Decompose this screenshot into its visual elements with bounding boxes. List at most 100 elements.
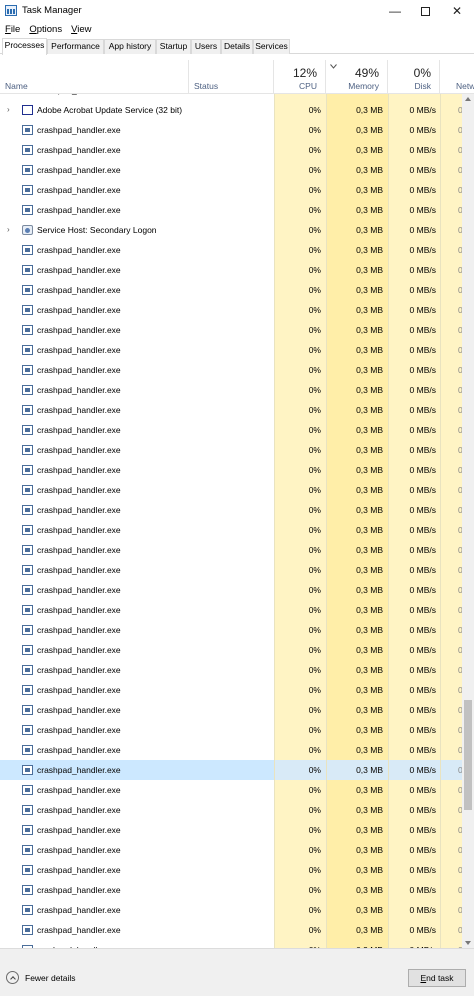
column-status[interactable]: Status — [189, 60, 274, 94]
scroll-down-button[interactable] — [462, 938, 474, 948]
process-row[interactable]: crashpad_handler.exe0%0,3 MB0 MB/s0 — [0, 260, 462, 280]
menu-file[interactable]: File — [5, 22, 20, 37]
process-memory: 0,3 MB — [356, 805, 383, 815]
process-row[interactable]: crashpad_handler.exe0%0,3 MB0 MB/s0 — [0, 760, 462, 780]
vertical-scrollbar[interactable] — [462, 94, 474, 948]
process-cpu: 0% — [308, 145, 321, 155]
process-row[interactable]: crashpad_handler.exe0%0,3 MB0 MB/s0 — [0, 800, 462, 820]
scroll-up-button[interactable] — [462, 94, 474, 104]
process-row[interactable]: crashpad_handler.exe0%0,3 MB0 MB/s0 — [0, 320, 462, 340]
process-row[interactable]: crashpad_handler.exe0%0,3 MB0 MB/s0 — [0, 780, 462, 800]
tab-processes[interactable]: Processes — [2, 38, 47, 55]
menu-view-label: iew — [77, 24, 92, 35]
process-row[interactable]: crashpad_handler.exe0%0,3 MB0 MB/s0 — [0, 340, 462, 360]
application-window-icon — [22, 545, 33, 555]
process-row[interactable]: crashpad_handler.exe0%0,3 MB0 MB/s0 — [0, 680, 462, 700]
process-row[interactable]: › Service Host: Secondary Logon 0% 0,3 MB 0 … — [0, 220, 462, 240]
process-row[interactable]: crashpad_handler.exe0%0,3 MB0 MB/s0 — [0, 820, 462, 840]
process-row[interactable]: crashpad_handler.exe0%0,3 MB0 MB/s0 — [0, 620, 462, 640]
process-row[interactable]: crashpad_handler.exe0%0,3 MB0 MB/s0 — [0, 440, 462, 460]
process-row[interactable]: crashpad_handler.exe0%0,3 MB0 MB/s0 — [0, 480, 462, 500]
process-row[interactable]: crashpad_handler.exe0%0,3 MB0 MB/s0 — [0, 640, 462, 660]
tab-services[interactable]: Services — [253, 39, 290, 54]
process-row[interactable]: crashpad_handler.exe0%0,3 MB0 MB/s0 — [0, 720, 462, 740]
process-name: crashpad_handler.exe — [37, 705, 121, 715]
process-cpu: 0% — [308, 185, 321, 195]
process-row[interactable]: crashpad_handler.exe0%0,3 MB0 MB/s0 — [0, 140, 462, 160]
process-row[interactable]: crashpad_handler.exe0%0,3 MB0 MB/s0 — [0, 500, 462, 520]
process-row[interactable]: crashpad_handler.exe0%0,3 MB0 MB/s0 — [0, 740, 462, 760]
process-row[interactable]: crashpad_handler.exe0%0,3 MB0 MB/s0 — [0, 700, 462, 720]
tab-details[interactable]: Details — [221, 39, 253, 54]
process-row[interactable]: crashpad_handler.exe0%0,3 MB0 MB/s0 — [0, 240, 462, 260]
minimize-button[interactable]: — — [378, 0, 412, 22]
process-row[interactable]: crashpad_handler.exe0%0,3 MB0 MB/s0 — [0, 280, 462, 300]
process-list[interactable]: crashpad_handler.exe0%0,3 MB0 MB/s0 › Adob… — [0, 94, 462, 948]
scroll-thumb[interactable] — [464, 700, 472, 810]
memory-total-percent: 49% — [354, 66, 379, 80]
process-cpu: 0% — [308, 265, 321, 275]
tab-performance[interactable]: Performance — [47, 39, 104, 54]
column-disk[interactable]: 0% Disk — [388, 60, 440, 94]
process-row[interactable]: crashpad_handler.exe0%0,3 MB0 MB/s0 — [0, 860, 462, 880]
process-disk: 0 MB/s — [409, 665, 436, 675]
process-disk: 0 MB/s — [409, 125, 436, 135]
column-cpu[interactable]: 12% CPU — [274, 60, 326, 94]
close-button[interactable]: ✕ — [440, 0, 474, 22]
process-row[interactable]: crashpad_handler.exe0%0,3 MB0 MB/s0 — [0, 400, 462, 420]
process-row[interactable]: crashpad_handler.exe0%0,3 MB0 MB/s0 — [0, 900, 462, 920]
process-row[interactable]: crashpad_handler.exe0%0,3 MB0 MB/s0 — [0, 420, 462, 440]
application-window-icon — [22, 905, 33, 915]
process-row[interactable]: crashpad_handler.exe0%0,3 MB0 MB/s0 — [0, 540, 462, 560]
process-row[interactable]: crashpad_handler.exe0%0,3 MB0 MB/s0 — [0, 940, 462, 948]
process-name: crashpad_handler.exe — [37, 585, 121, 595]
process-row[interactable]: crashpad_handler.exe0%0,3 MB0 MB/s0 — [0, 840, 462, 860]
end-task-button[interactable]: End task — [408, 969, 466, 987]
tab-users[interactable]: Users — [191, 39, 221, 54]
column-name[interactable]: Name — [0, 60, 189, 94]
column-network[interactable]: Netw — [440, 60, 474, 94]
process-row[interactable]: crashpad_handler.exe0%0,3 MB0 MB/s0 — [0, 460, 462, 480]
maximize-button[interactable] — [408, 0, 442, 22]
process-row[interactable]: crashpad_handler.exe0%0,3 MB0 MB/s0 — [0, 360, 462, 380]
application-window-icon — [22, 125, 33, 135]
menu-options[interactable]: Options — [29, 22, 62, 37]
chevron-right-icon[interactable]: › — [7, 106, 13, 114]
tab-app-history[interactable]: App history — [104, 39, 156, 54]
process-row[interactable]: crashpad_handler.exe0%0,3 MB0 MB/s0 — [0, 920, 462, 940]
application-window-icon — [22, 305, 33, 315]
chevron-right-icon[interactable]: › — [7, 226, 13, 234]
process-cpu: 0% — [308, 645, 321, 655]
process-row[interactable]: crashpad_handler.exe0%0,3 MB0 MB/s0 — [0, 160, 462, 180]
process-row[interactable]: crashpad_handler.exe0%0,3 MB0 MB/s0 — [0, 200, 462, 220]
process-row[interactable]: crashpad_handler.exe0%0,3 MB0 MB/s0 — [0, 120, 462, 140]
column-divider — [440, 94, 441, 948]
process-name: crashpad_handler.exe — [37, 805, 121, 815]
process-disk: 0 MB/s — [409, 605, 436, 615]
process-name: crashpad_handler.exe — [37, 465, 121, 475]
process-disk: 0 MB/s — [409, 785, 436, 795]
process-row[interactable]: › Adobe Acrobat Update Service (32 bit) 0%… — [0, 100, 462, 120]
process-row[interactable]: crashpad_handler.exe0%0,3 MB0 MB/s0 — [0, 660, 462, 680]
process-memory: 0,3 MB — [356, 405, 383, 415]
process-cpu: 0% — [308, 285, 321, 295]
process-row[interactable]: crashpad_handler.exe0%0,3 MB0 MB/s0 — [0, 600, 462, 620]
process-name: crashpad_handler.exe — [37, 865, 121, 875]
process-memory: 0,3 MB — [356, 385, 383, 395]
process-row[interactable]: crashpad_handler.exe0%0,3 MB0 MB/s0 — [0, 180, 462, 200]
process-name: crashpad_handler.exe — [37, 445, 121, 455]
process-row[interactable]: crashpad_handler.exe0%0,3 MB0 MB/s0 — [0, 520, 462, 540]
process-row[interactable]: crashpad_handler.exe0%0,3 MB0 MB/s0 — [0, 880, 462, 900]
process-name: crashpad_handler.exe — [37, 165, 121, 175]
process-memory: 0,3 MB — [356, 505, 383, 515]
process-row[interactable]: crashpad_handler.exe0%0,3 MB0 MB/s0 — [0, 380, 462, 400]
column-memory[interactable]: 49% Memory — [326, 60, 388, 94]
tab-startup[interactable]: Startup — [156, 39, 191, 54]
process-cpu: 0% — [308, 685, 321, 695]
fewer-details-link[interactable]: Fewer details — [6, 971, 76, 984]
process-row[interactable]: crashpad_handler.exe0%0,3 MB0 MB/s0 — [0, 560, 462, 580]
menu-view[interactable]: View — [71, 22, 91, 37]
process-row[interactable]: crashpad_handler.exe0%0,3 MB0 MB/s0 — [0, 300, 462, 320]
process-row[interactable]: crashpad_handler.exe0%0,3 MB0 MB/s0 — [0, 580, 462, 600]
application-window-icon — [22, 785, 33, 795]
